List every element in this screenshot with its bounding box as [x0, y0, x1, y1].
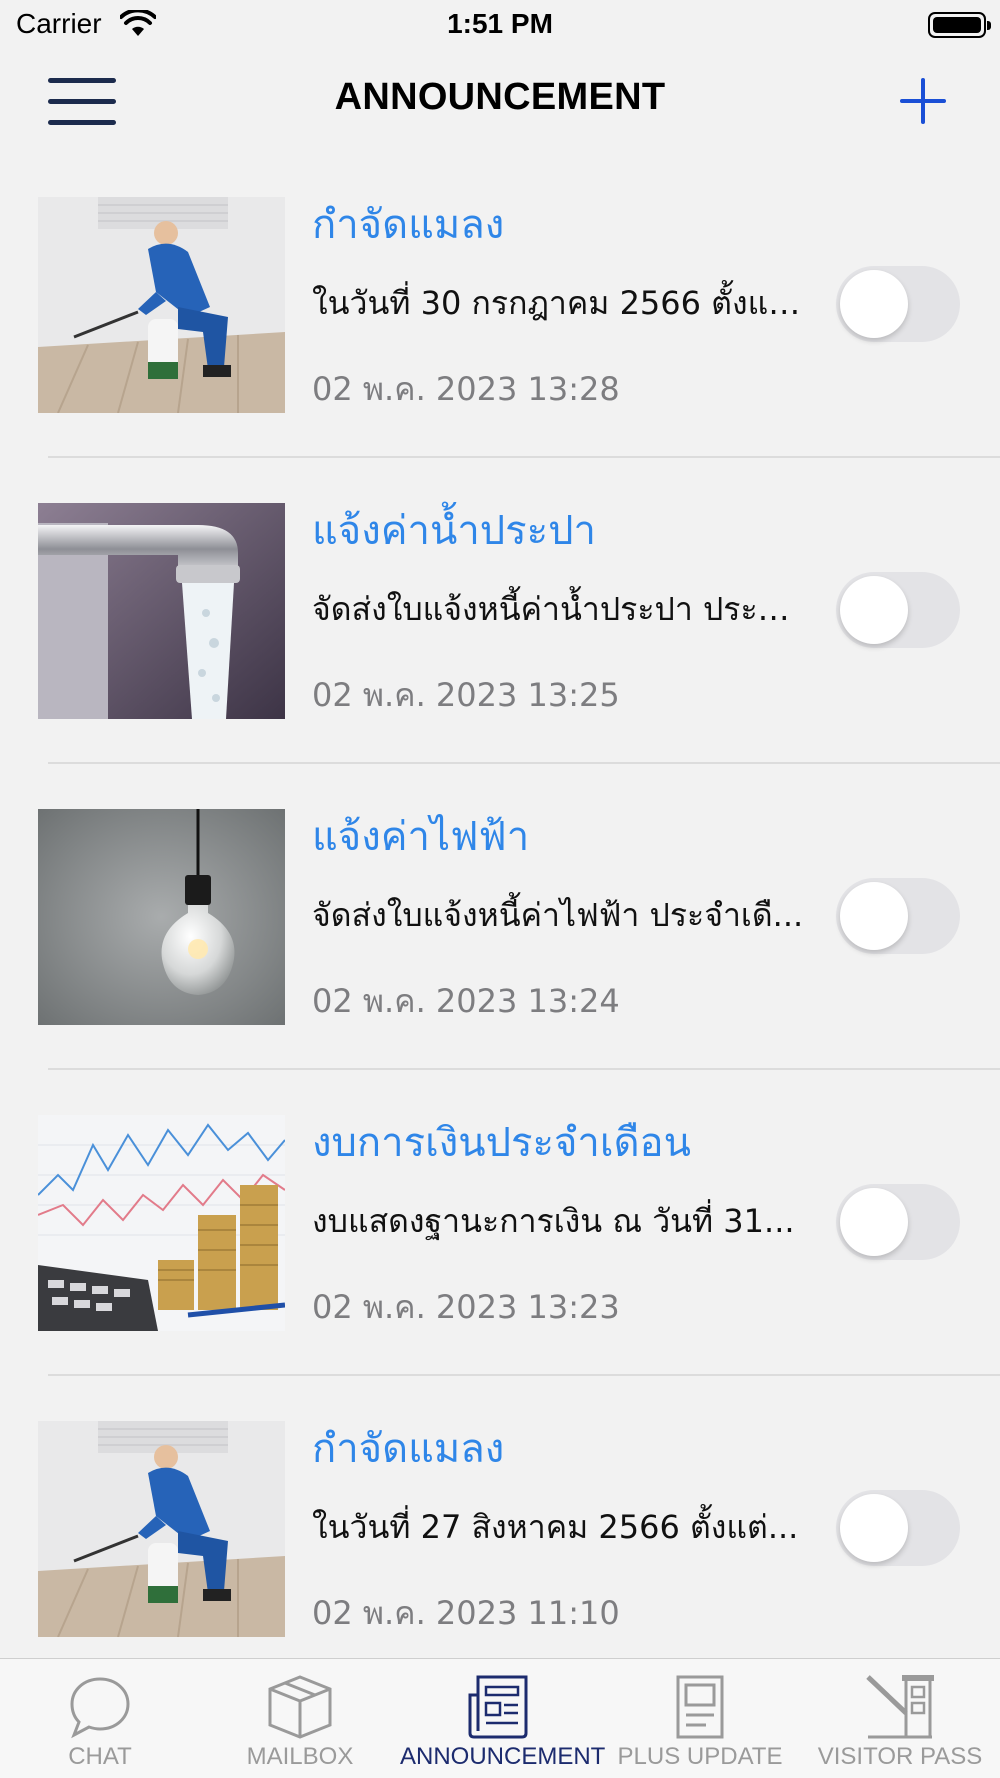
box-icon	[266, 1673, 334, 1741]
tab-label: PLUS UPDATE	[617, 1743, 783, 1770]
announcement-toggle[interactable]	[836, 878, 960, 954]
announcement-date: 02 พ.ค. 2023 11:10	[312, 1594, 620, 1632]
list-item[interactable]: กำจัดแมลง ในวันที่ 27 สิงหาคม 2566 ตั้งแ…	[0, 1376, 1000, 1658]
finance-coins-image	[38, 1115, 285, 1331]
navigation-bar: ANNOUNCEMENT	[0, 52, 1000, 152]
tab-chat[interactable]: CHAT	[0, 1659, 200, 1778]
announcement-title: กำจัดแมลง	[312, 1426, 505, 1472]
announcement-list: กำจัดแมลง ในวันที่ 30 กรกฎาคม 2566 ตั้งแ…	[0, 152, 1000, 1658]
announcement-date: 02 พ.ค. 2023 13:24	[312, 982, 620, 1020]
tab-visitor-pass[interactable]: VISITOR PASS	[800, 1659, 1000, 1778]
announcement-title: กำจัดแมลง	[312, 202, 505, 248]
tab-bar: CHAT MAILBOX ANNOUNCEMENT PLUS UPDATE VI…	[0, 1658, 1000, 1778]
announcement-description: ในวันที่ 30 กรกฎาคม 2566 ตั้งแต่...	[312, 284, 812, 322]
list-item[interactable]: แจ้งค่าน้ำประปา จัดส่งใบแจ้งหนี้ค่าน้ำปร…	[0, 458, 1000, 764]
tab-label: CHAT	[68, 1743, 132, 1770]
tab-mailbox[interactable]: MAILBOX	[200, 1659, 400, 1778]
barrier-gate-icon	[866, 1673, 934, 1741]
page-title: ANNOUNCEMENT	[334, 76, 666, 118]
pest-control-image	[38, 1421, 285, 1637]
water-faucet-image	[38, 503, 285, 719]
status-bar: Carrier 1:51 PM	[0, 0, 1000, 52]
announcement-description: จัดส่งใบแจ้งหนี้ค่าน้ำประปา ประจำ...	[312, 590, 812, 628]
tab-announcement[interactable]: ANNOUNCEMENT	[400, 1659, 606, 1778]
battery-icon	[928, 12, 991, 38]
announcement-date: 02 พ.ค. 2023 13:25	[312, 676, 620, 714]
announcement-toggle[interactable]	[836, 1490, 960, 1566]
tab-label: ANNOUNCEMENT	[400, 1743, 606, 1770]
tab-label: MAILBOX	[246, 1743, 354, 1770]
announcement-date: 02 พ.ค. 2023 13:23	[312, 1288, 620, 1326]
list-item[interactable]: แจ้งค่าไฟฟ้า จัดส่งใบแจ้งหนี้ค่าไฟฟ้า ปร…	[0, 764, 1000, 1070]
announcement-title: แจ้งค่าไฟฟ้า	[312, 814, 530, 860]
announcement-description: งบแสดงฐานะการเงิน ณ วันที่ 31...	[312, 1202, 795, 1240]
pest-control-image	[38, 197, 285, 413]
tab-label: VISITOR PASS	[817, 1743, 983, 1770]
list-item[interactable]: กำจัดแมลง ในวันที่ 30 กรกฎาคม 2566 ตั้งแ…	[0, 152, 1000, 458]
announcement-toggle[interactable]	[836, 266, 960, 342]
newspaper-icon	[466, 1673, 534, 1741]
announcement-date: 02 พ.ค. 2023 13:28	[312, 370, 620, 408]
light-bulb-image	[38, 809, 285, 1025]
announcement-toggle[interactable]	[836, 1184, 960, 1260]
tab-plus-update[interactable]: PLUS UPDATE	[600, 1659, 800, 1778]
announcement-title: แจ้งค่าน้ำประปา	[312, 508, 596, 554]
announcement-description: จัดส่งใบแจ้งหนี้ค่าไฟฟ้า ประจำเดื...	[312, 896, 804, 934]
list-item[interactable]: งบการเงินประจำเดือน งบแสดงฐานะการเงิน ณ …	[0, 1070, 1000, 1376]
announcement-description: ในวันที่ 27 สิงหาคม 2566 ตั้งแต่...	[312, 1508, 799, 1546]
add-announcement-icon[interactable]	[900, 78, 946, 124]
document-icon	[666, 1673, 734, 1741]
status-time: 1:51 PM	[447, 8, 553, 39]
chat-bubble-icon	[66, 1673, 134, 1741]
announcement-title: งบการเงินประจำเดือน	[312, 1120, 691, 1166]
announcement-toggle[interactable]	[836, 572, 960, 648]
